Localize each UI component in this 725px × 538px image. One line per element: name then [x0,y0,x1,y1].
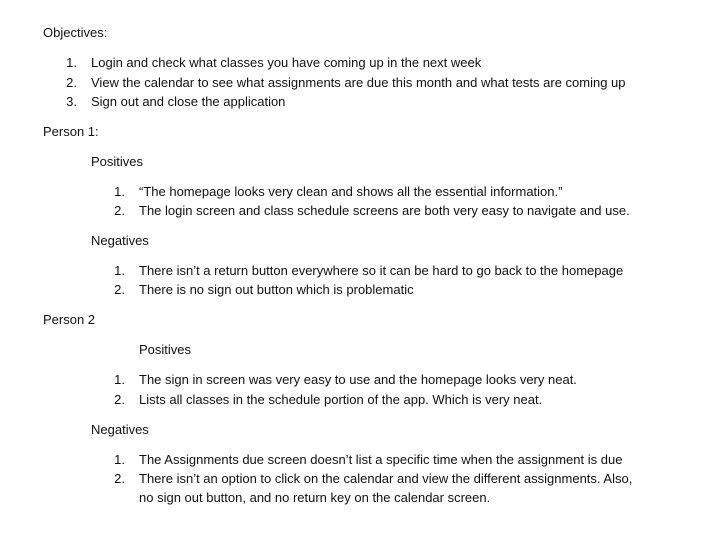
objective-number: 2. [66,75,77,90]
objective-number: 3. [66,94,77,109]
positive-number: 1. [114,184,125,199]
objective-item: Sign out and close the application [91,94,286,109]
negative-number: 1. [114,452,125,467]
person2-heading: Person 2 [43,312,96,327]
negative-item: There is no sign out button which is pro… [139,282,414,297]
negative-number: 2. [114,282,125,297]
positive-number: 2. [114,392,125,407]
person1-positives-heading: Positives [91,154,144,169]
person2-positives-heading: Positives [139,342,192,357]
document-page: Objectives: 1. Login and check what clas… [0,0,725,538]
negative-item: There isn’t an option to click on the ca… [139,471,633,486]
negative-number: 2. [114,471,125,486]
objective-item: Login and check what classes you have co… [91,55,482,70]
objective-item: View the calendar to see what assignment… [91,75,626,90]
person2-negatives-heading: Negatives [91,422,149,437]
positive-item: “The homepage looks very clean and shows… [139,184,563,199]
negative-item: The Assignments due screen doesn’t list … [139,452,623,467]
negative-item-continuation: no sign out button, and no return key on… [139,490,491,505]
positive-item: The login screen and class schedule scre… [139,203,630,218]
positive-item: The sign in screen was very easy to use … [139,372,577,387]
positive-number: 2. [114,203,125,218]
objective-number: 1. [66,55,77,70]
positive-number: 1. [114,372,125,387]
negative-number: 1. [114,263,125,278]
positive-item: Lists all classes in the schedule portio… [139,392,543,407]
person1-heading: Person 1: [43,124,99,139]
objectives-heading: Objectives: [43,25,108,40]
negative-item: There isn’t a return button everywhere s… [139,263,624,278]
person1-negatives-heading: Negatives [91,233,149,248]
